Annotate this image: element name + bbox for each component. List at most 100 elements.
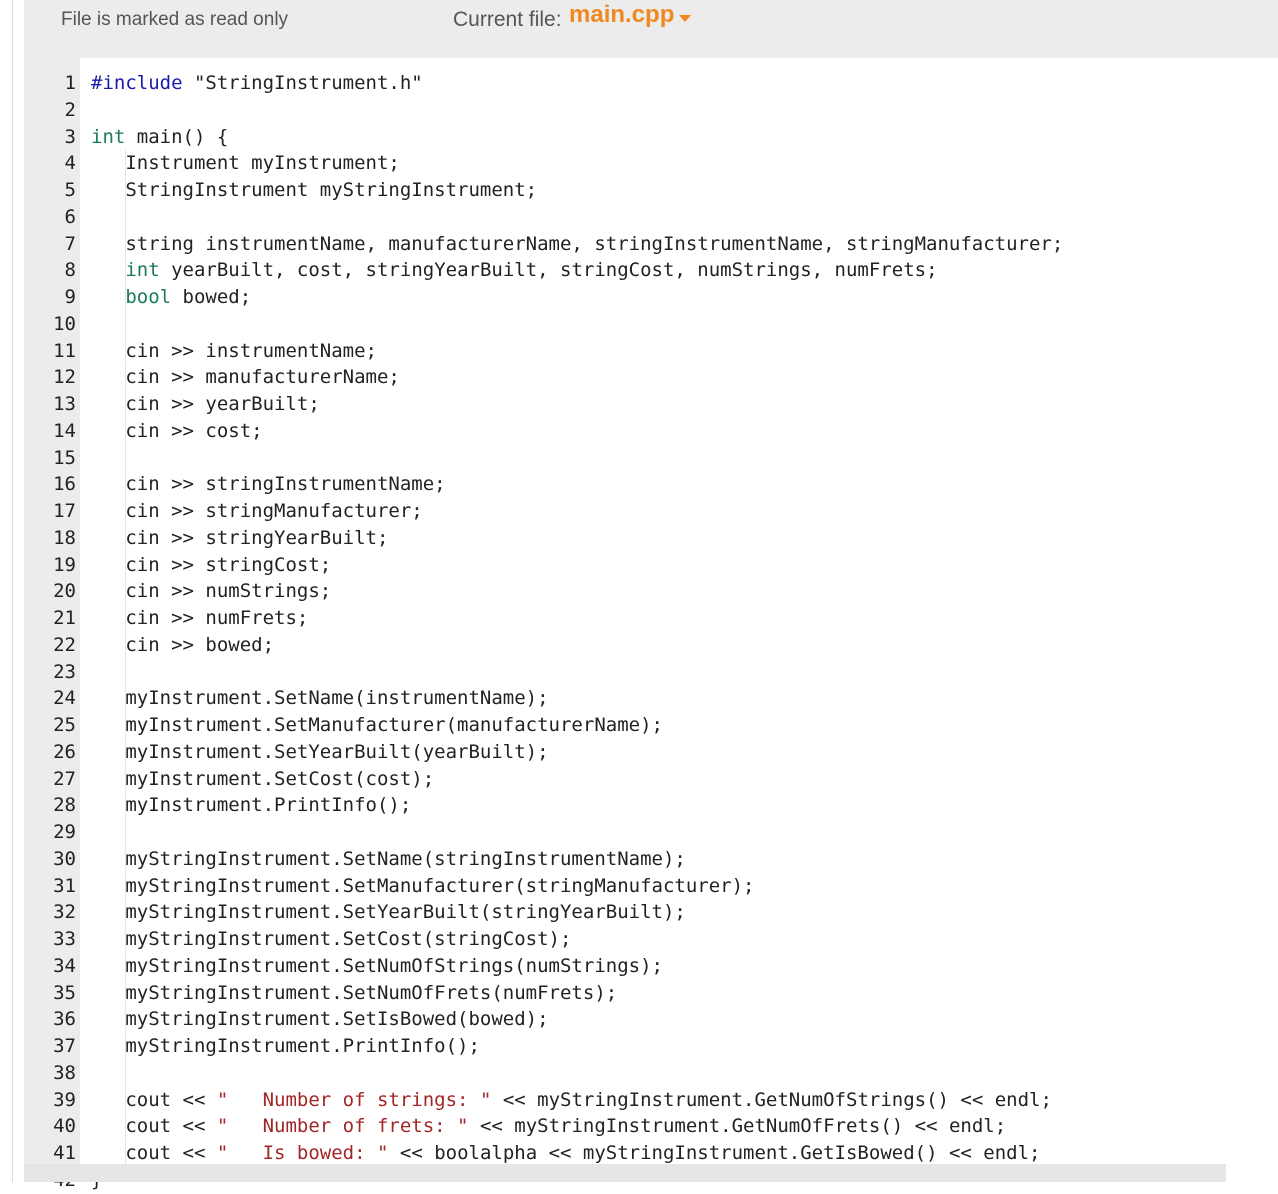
code-text[interactable]: cin >> bowed; — [91, 632, 274, 659]
code-line[interactable]: 34 myStringInstrument.SetNumOfStrings(nu… — [24, 952, 1278, 980]
indent-guide — [125, 203, 126, 231]
code-editor[interactable]: 1 #include "StringInstrument.h" 2 3 int main… — [24, 58, 1278, 1191]
code-text[interactable]: myStringInstrument.SetName(stringInstrum… — [91, 846, 686, 873]
code-text[interactable]: cout << " Number of strings: " << myStri… — [91, 1087, 1052, 1114]
code-text[interactable]: cin >> manufacturerName; — [91, 364, 400, 391]
code-line[interactable]: 1 #include "StringInstrument.h" — [24, 70, 1278, 97]
line-number: 1 — [64, 72, 76, 94]
code-text[interactable]: bool bowed; — [91, 284, 251, 311]
code-token: bool — [125, 286, 172, 308]
code-token: myInstrument.SetCost(cost); — [91, 767, 435, 790]
current-file-dropdown[interactable]: main.cpp — [569, 1, 674, 29]
code-line[interactable]: 14 cin >> cost; — [24, 417, 1278, 445]
code-text[interactable]: myInstrument.SetName(instrumentName); — [91, 685, 548, 712]
code-token: myInstrument.SetManufacturer(manufacture… — [91, 714, 663, 736]
code-text[interactable]: cout << " Number of frets: " << myString… — [91, 1113, 1006, 1140]
dropdown-caret-icon[interactable] — [679, 15, 691, 22]
code-text[interactable]: myInstrument.SetYearBuilt(yearBuilt); — [91, 739, 548, 766]
code-line[interactable]: 29 — [24, 819, 1278, 846]
line-number: 13 — [53, 393, 76, 415]
code-lines[interactable]: 1 #include "StringInstrument.h" 2 3 int main… — [24, 70, 1278, 1194]
code-text[interactable]: myStringInstrument.SetYearBuilt(stringYe… — [91, 899, 686, 926]
code-line[interactable]: 32 myStringInstrument.SetYearBuilt(strin… — [24, 899, 1278, 926]
code-line[interactable]: 27 myInstrument.SetCost(cost); — [24, 765, 1278, 793]
code-line[interactable]: 33 myStringInstrument.SetCost(stringCost… — [24, 926, 1278, 953]
code-text[interactable]: cin >> stringYearBuilt; — [91, 525, 388, 552]
code-token: << myStringInstrument.GetNumOfStrings() … — [491, 1088, 1052, 1111]
code-text[interactable]: cin >> stringManufacturer; — [91, 498, 422, 525]
code-text[interactable]: StringInstrument myStringInstrument; — [91, 177, 537, 204]
code-text[interactable]: cout << " Is bowed: " << boolalpha << my… — [91, 1140, 1040, 1167]
code-line[interactable]: 5 StringInstrument myStringInstrument; — [24, 177, 1278, 204]
code-line[interactable]: 7 string instrumentName, manufacturerNam… — [24, 230, 1278, 258]
code-text[interactable]: cin >> numFrets; — [91, 605, 308, 632]
line-number: 37 — [53, 1035, 76, 1057]
code-text[interactable]: cin >> stringInstrumentName; — [91, 471, 445, 498]
code-line[interactable]: 13 cin >> yearBuilt; — [24, 391, 1278, 418]
code-line[interactable]: 35 myStringInstrument.SetNumOfFrets(numF… — [24, 979, 1278, 1007]
code-line[interactable]: 6 — [24, 203, 1278, 231]
code-text[interactable]: int main() { — [91, 124, 228, 151]
code-line[interactable]: 30 myStringInstrument.SetName(stringInst… — [24, 845, 1278, 873]
code-line[interactable]: 39 cout << " Number of strings: " << myS… — [24, 1086, 1278, 1114]
code-line[interactable]: 20 cin >> numStrings; — [24, 578, 1278, 605]
code-line[interactable]: 24 myInstrument.SetName(instrumentName); — [24, 685, 1278, 712]
indent-guide — [125, 444, 126, 472]
code-line[interactable]: 11 cin >> instrumentName; — [24, 337, 1278, 365]
code-text[interactable]: myInstrument.SetManufacturer(manufacture… — [91, 712, 663, 739]
line-number: 30 — [53, 847, 76, 870]
code-text[interactable]: cin >> yearBuilt; — [91, 391, 319, 418]
code-text[interactable]: string instrumentName, manufacturerName,… — [91, 231, 1063, 258]
code-text[interactable]: myInstrument.SetCost(cost); — [91, 766, 434, 793]
code-line[interactable]: 21 cin >> numFrets; — [24, 605, 1278, 632]
line-number: 12 — [53, 366, 76, 389]
code-text[interactable]: myStringInstrument.SetNumOfFrets(numFret… — [91, 980, 617, 1007]
code-line[interactable]: 40 cout << " Number of frets: " << myStr… — [24, 1113, 1278, 1140]
code-token: << myStringInstrument.GetNumOfFrets() <<… — [468, 1115, 1007, 1138]
code-line[interactable]: 10 — [24, 310, 1278, 338]
code-text[interactable]: cin >> numStrings; — [91, 578, 331, 605]
code-line[interactable]: 26 myInstrument.SetYearBuilt(yearBuilt); — [24, 738, 1278, 766]
code-line[interactable]: 8 int yearBuilt, cost, stringYearBuilt, … — [24, 257, 1278, 284]
code-text[interactable]: cin >> stringCost; — [91, 552, 331, 579]
indent-guide — [125, 1059, 126, 1087]
code-text[interactable]: myStringInstrument.SetManufacturer(strin… — [91, 873, 754, 900]
code-text[interactable]: myInstrument.PrintInfo(); — [91, 792, 411, 819]
code-line[interactable]: 28 myInstrument.PrintInfo(); — [24, 792, 1278, 819]
code-line[interactable]: 37 myStringInstrument.PrintInfo(); — [24, 1033, 1278, 1060]
code-token: myStringInstrument.PrintInfo(); — [91, 1035, 480, 1057]
code-line[interactable]: 3 int main() { — [24, 124, 1278, 151]
code-token: Instrument myInstrument; — [91, 152, 400, 175]
code-text[interactable]: #include "StringInstrument.h" — [91, 70, 423, 97]
code-line[interactable]: 4 Instrument myInstrument; — [24, 150, 1278, 177]
code-line[interactable]: 19 cin >> stringCost; — [24, 551, 1278, 579]
code-line[interactable]: 38 — [24, 1059, 1278, 1087]
code-line[interactable]: 25 myInstrument.SetManufacturer(manufact… — [24, 712, 1278, 739]
line-number: 34 — [53, 954, 76, 977]
code-line[interactable]: 2 — [24, 97, 1278, 124]
code-line[interactable]: 16 cin >> stringInstrumentName; — [24, 471, 1278, 498]
code-token: myInstrument.PrintInfo(); — [91, 794, 412, 817]
code-line[interactable]: 18 cin >> stringYearBuilt; — [24, 524, 1278, 552]
code-text[interactable]: int yearBuilt, cost, stringYearBuilt, st… — [91, 257, 937, 284]
code-text[interactable]: cin >> instrumentName; — [91, 338, 377, 365]
code-text[interactable]: Instrument myInstrument; — [91, 150, 400, 177]
code-text[interactable]: myStringInstrument.PrintInfo(); — [91, 1033, 480, 1060]
code-line[interactable]: 36 myStringInstrument.SetIsBowed(bowed); — [24, 1006, 1278, 1033]
code-text[interactable]: cin >> cost; — [91, 418, 262, 445]
code-line[interactable]: 31 myStringInstrument.SetManufacturer(st… — [24, 872, 1278, 900]
code-line[interactable]: 23 — [24, 658, 1278, 686]
horizontal-scrollbar[interactable] — [24, 1164, 1226, 1182]
code-text[interactable]: myStringInstrument.SetIsBowed(bowed); — [91, 1006, 548, 1033]
code-line[interactable]: 15 — [24, 444, 1278, 472]
code-line[interactable]: 41 cout << " Is bowed: " << boolalpha <<… — [24, 1140, 1278, 1167]
code-text[interactable]: myStringInstrument.SetCost(stringCost); — [91, 926, 571, 953]
code-line[interactable]: 22 cin >> bowed; — [24, 631, 1278, 659]
code-token: string instrumentName, manufacturerName,… — [91, 232, 1064, 255]
code-line[interactable]: 9 bool bowed; — [24, 284, 1278, 311]
indent-guide — [125, 819, 126, 846]
code-line[interactable]: 12 cin >> manufacturerName; — [24, 364, 1278, 391]
code-line[interactable]: 17 cin >> stringManufacturer; — [24, 498, 1278, 525]
code-text[interactable]: myStringInstrument.SetNumOfStrings(numSt… — [91, 953, 663, 980]
line-number: 8 — [64, 259, 76, 282]
